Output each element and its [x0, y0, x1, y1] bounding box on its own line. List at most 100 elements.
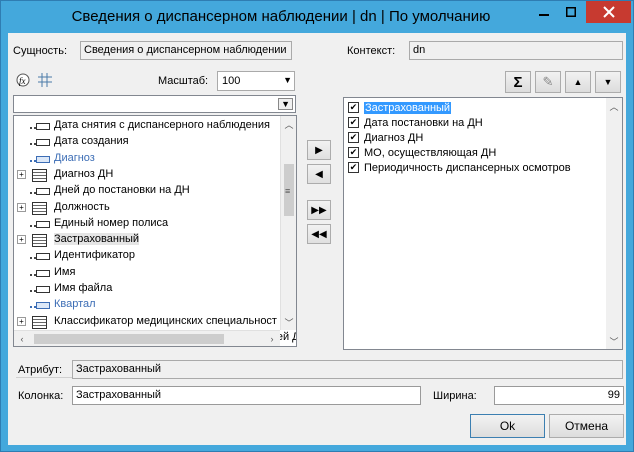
attribute-field: Застрахованный: [72, 360, 623, 379]
width-input[interactable]: 99: [494, 386, 624, 405]
column-label: Колонка:: [18, 390, 64, 402]
scroll-up-icon[interactable]: ︿: [606, 98, 622, 114]
tree-item-label: Застрахованный: [54, 233, 140, 246]
add-all-button[interactable]: ▶▶: [307, 200, 331, 220]
checkbox[interactable]: ✔: [348, 132, 359, 143]
scale-select[interactable]: 100 ▼: [217, 71, 295, 91]
tree-item-label: Имя: [54, 265, 76, 278]
ok-button[interactable]: Ok: [470, 414, 545, 438]
tree-item[interactable]: Дата создания: [14, 134, 280, 150]
chevron-down-icon: ▼: [283, 75, 292, 85]
tree-item[interactable]: Единый номер полиса: [14, 216, 280, 232]
column-list-item[interactable]: ✔ Застрахованный: [345, 100, 609, 115]
scroll-down-icon[interactable]: ﹀: [606, 333, 622, 349]
expand-icon[interactable]: +: [17, 202, 26, 212]
filter-select[interactable]: ▼: [13, 95, 296, 113]
column-list-item-label: Периодичность диспансерных осмотров: [364, 161, 571, 174]
field-icon: [30, 284, 50, 293]
tree-item-label: Должность: [54, 200, 110, 213]
checkbox[interactable]: ✔: [348, 102, 359, 113]
dialog-window: Сведения о диспансерном наблюдении | dn …: [0, 0, 634, 452]
tree-item-label: Имя файла: [54, 282, 113, 294]
minimize-button[interactable]: [531, 1, 557, 23]
columns-list[interactable]: ✔ Периодичность диспансерных осмотров ✔ МО,…: [343, 97, 623, 350]
hscroll-thumb[interactable]: [34, 334, 224, 344]
field-icon: [30, 251, 50, 261]
tree-item-label: Диагноз ДН: [54, 167, 114, 180]
field-icon: [30, 137, 50, 147]
tree-item[interactable]: Диагноз: [14, 151, 280, 167]
table-icon: [28, 315, 47, 329]
field-icon: [30, 186, 50, 196]
move-up-button[interactable]: ▲: [565, 71, 591, 93]
column-list-item[interactable]: ✔ МО, осуществляющая ДН: [345, 145, 609, 160]
add-button[interactable]: ▶: [307, 140, 331, 160]
field-icon: [30, 268, 50, 277]
tree-vertical-scrollbar[interactable]: ︿ ≡ ﹀: [280, 116, 296, 330]
field-icon: [30, 219, 50, 228]
attribute-label: Атрибут:: [18, 364, 63, 376]
scroll-right-icon[interactable]: ›: [264, 331, 280, 346]
column-list-item[interactable]: ✔ Периодичность диспансерных осмотров: [345, 160, 609, 175]
tree-item[interactable]: + Диагноз ДН: [14, 167, 280, 183]
checkbox[interactable]: ✔: [348, 162, 359, 173]
remove-button[interactable]: ◀: [307, 164, 331, 184]
tree-item[interactable]: + Классификатор медицинских специальност: [14, 314, 280, 330]
title-bar[interactable]: Сведения о диспансерном наблюдении | dn …: [1, 1, 633, 33]
context-field: dn: [409, 41, 623, 60]
close-button[interactable]: [586, 1, 631, 23]
context-panel: Контекст: dn Σ ✎ ▲ ▼ ✔ Периодичность дисп…: [343, 37, 623, 350]
move-down-button[interactable]: ▼: [595, 71, 621, 93]
checkbox[interactable]: ✔: [348, 117, 359, 128]
tree-item[interactable]: Идентификатор: [14, 248, 280, 264]
context-label: Контекст:: [347, 45, 396, 57]
entity-field: Сведения о диспансерном наблюдении: [80, 41, 292, 60]
tree-item[interactable]: Имя файла: [14, 281, 280, 297]
tree-item-label: Диагноз: [54, 151, 95, 164]
column-list-item[interactable]: ✔ Диагноз ДН: [345, 130, 609, 145]
column-list-item-label: Диагноз ДН: [364, 131, 424, 144]
tree-item[interactable]: Имя: [14, 265, 280, 281]
entity-label: Сущность:: [13, 45, 68, 57]
tree-item[interactable]: Дата снятия с диспансерного наблюдения: [14, 118, 280, 134]
remove-all-button[interactable]: ◀◀: [307, 224, 331, 244]
svg-text:fx: fx: [19, 76, 26, 86]
scroll-up-icon[interactable]: ︿: [281, 116, 296, 132]
tree-item[interactable]: Квартал: [14, 297, 280, 313]
column-list-item[interactable]: ✔ Дата постановки на ДН: [345, 115, 609, 130]
tree-item-label: Классификатор медицинских специальност: [54, 314, 277, 327]
edit-button[interactable]: ✎: [535, 71, 561, 93]
scroll-left-icon[interactable]: ‹: [14, 331, 30, 346]
pencil-icon: ✎: [542, 74, 554, 89]
column-list-item-label: МО, осуществляющая ДН: [364, 146, 497, 159]
width-label: Ширина:: [433, 390, 477, 402]
expression-button[interactable]: fx: [14, 71, 32, 89]
expand-icon[interactable]: +: [17, 316, 26, 326]
entity-tree[interactable]: +Классификатор медицинских специальносте…: [13, 115, 297, 347]
grid-button[interactable]: [36, 71, 54, 89]
expand-icon[interactable]: +: [17, 169, 26, 179]
minimize-icon: [539, 14, 549, 16]
double-arrow-left-icon: ◀◀: [311, 228, 327, 240]
maximize-button[interactable]: [558, 1, 584, 23]
sum-button[interactable]: Σ: [505, 71, 531, 93]
list-vertical-scrollbar[interactable]: ︿ ﹀: [606, 98, 622, 349]
tree-item-label: Дата создания: [54, 135, 129, 148]
close-icon: [602, 6, 615, 18]
field-icon: [30, 154, 50, 163]
tree-horizontal-scrollbar[interactable]: ‹ ›: [14, 330, 280, 346]
scale-label: Масштаб:: [158, 75, 209, 87]
function-icon: fx: [16, 73, 30, 87]
expand-icon[interactable]: +: [17, 235, 26, 245]
scroll-down-icon[interactable]: ﹀: [281, 314, 296, 330]
column-input[interactable]: Застрахованный: [72, 386, 421, 405]
tree-item[interactable]: + Должность: [14, 200, 280, 216]
cancel-button[interactable]: Отмена: [549, 414, 624, 438]
tree-item[interactable]: + Застрахованный: [14, 232, 280, 248]
window-title: Сведения о диспансерном наблюдении | dn …: [71, 8, 491, 25]
checkbox[interactable]: ✔: [348, 147, 359, 158]
tree-item-label: Дата снятия с диспансерного наблюдения: [54, 119, 270, 131]
tree-item[interactable]: Дней до постановки на ДН: [14, 183, 280, 199]
grid-icon: [38, 73, 52, 87]
arrow-left-icon: ◀: [315, 168, 323, 180]
